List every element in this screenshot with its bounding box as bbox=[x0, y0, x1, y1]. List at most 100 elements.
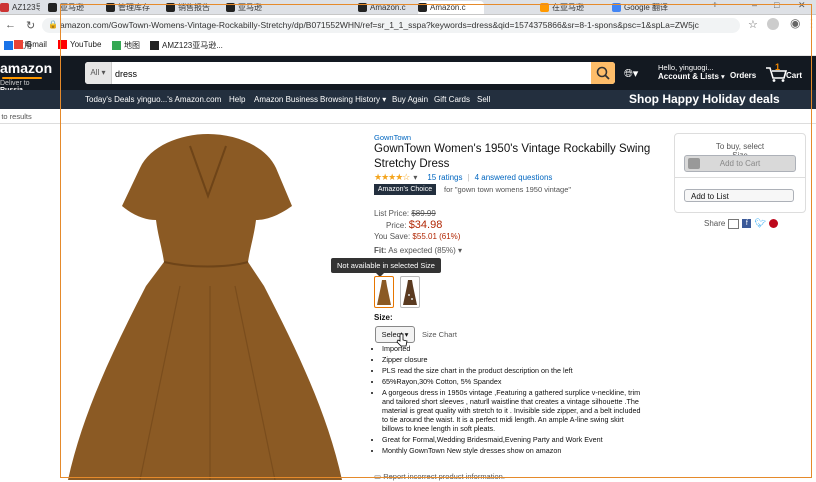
address-bar-row: ← ↻ 🔒 amazon.com/GowTown-Womens-Vintage-… bbox=[0, 15, 816, 38]
menu-kebab-icon[interactable]: ⋮ bbox=[806, 17, 816, 30]
amazons-choice-badge[interactable]: Amazon's Choice bbox=[374, 184, 436, 195]
bookmark-youtube[interactable]: YouTube bbox=[58, 40, 101, 49]
share-row: Share f 🐦︎ bbox=[704, 218, 778, 229]
brown-dress-swatch-icon bbox=[377, 280, 391, 305]
amazon-favicon-icon bbox=[48, 3, 57, 12]
price-row: Price: $34.98 bbox=[386, 219, 443, 231]
nav-buy-again[interactable]: Buy Again bbox=[392, 95, 428, 104]
orders-link[interactable]: Orders bbox=[730, 71, 756, 80]
apps-grid-icon bbox=[4, 41, 13, 50]
twitter-share-icon[interactable]: 🐦︎ bbox=[754, 218, 765, 229]
amazon-smile-icon bbox=[2, 77, 42, 79]
profile-avatar[interactable] bbox=[767, 18, 779, 30]
minimize-button[interactable]: – bbox=[752, 0, 757, 10]
add-to-cart-button[interactable]: Add to Cart bbox=[684, 155, 796, 172]
youtube-icon bbox=[58, 40, 67, 49]
bookmark-gmail[interactable]: Gmail bbox=[14, 40, 47, 49]
dress-image-icon bbox=[68, 134, 342, 481]
feature-bullet: A gorgeous dress in 1950s vintage ,Featu… bbox=[382, 388, 644, 433]
browser-tab[interactable]: Google 翻译 bbox=[612, 1, 692, 14]
browser-tab[interactable]: 亚马逊 bbox=[226, 1, 278, 14]
color-swatch-dark[interactable] bbox=[400, 276, 420, 308]
search-input[interactable] bbox=[113, 65, 587, 82]
nav-todays-deals[interactable]: Today's Deals bbox=[85, 95, 135, 104]
facebook-share-icon[interactable]: f bbox=[742, 219, 752, 228]
google-translate-favicon-icon bbox=[612, 3, 621, 12]
nav-browsing-history[interactable]: Browsing History ▾ bbox=[320, 95, 386, 104]
feature-bullet: 65%Rayon,30% Cotton, 5% Spandex bbox=[382, 377, 644, 386]
size-label: Size: bbox=[374, 313, 393, 322]
nav-gift-cards[interactable]: Gift Cards bbox=[434, 95, 470, 104]
size-chart-link[interactable]: Size Chart bbox=[422, 330, 457, 339]
browser-tab[interactable]: 在亚马逊 bbox=[540, 1, 604, 14]
nav-help[interactable]: Help bbox=[229, 95, 245, 104]
browser-tab[interactable]: AZ123导 bbox=[0, 1, 40, 14]
extension-icon[interactable]: ◉ bbox=[790, 16, 800, 30]
browser-tab[interactable]: 销售报告 bbox=[166, 1, 218, 14]
product-image[interactable] bbox=[60, 126, 350, 481]
search-bar: All ▾ bbox=[85, 62, 615, 84]
amazon-header: amazon Deliver toRussia All ▾ 🌐︎▾ Hello,… bbox=[0, 56, 816, 94]
unavailable-tooltip: Not available in selected Size bbox=[331, 258, 441, 273]
size-dropdown[interactable]: Select ▾ bbox=[375, 326, 415, 343]
add-to-list-button[interactable]: Add to List bbox=[684, 189, 794, 202]
account-menu[interactable]: Hello, yinguogi... Account & Lists ▾ bbox=[658, 63, 725, 81]
breadcrumb-bar: ‹ Back to results bbox=[0, 109, 816, 124]
browser-tab[interactable]: 亚马逊 bbox=[48, 1, 98, 14]
amazon-logo[interactable]: amazon bbox=[0, 60, 52, 76]
nav-amazon-business[interactable]: Amazon Business bbox=[254, 95, 318, 104]
amazon-favicon-icon bbox=[106, 3, 115, 12]
nav-sell[interactable]: Sell bbox=[477, 95, 490, 104]
feature-bullet: Imported bbox=[382, 344, 644, 353]
rating-chevron-icon[interactable]: ▾ bbox=[413, 173, 417, 182]
hand-cursor-icon bbox=[396, 333, 408, 347]
feature-bullet: Zipper closure bbox=[382, 355, 644, 364]
brand-link[interactable]: GownTown bbox=[374, 133, 411, 142]
pinterest-share-icon[interactable] bbox=[768, 219, 778, 228]
browser-tab[interactable]: Amazon.c bbox=[358, 1, 416, 14]
nav-your-amazon[interactable]: yinguo...'s Amazon.com bbox=[137, 95, 221, 104]
amz123-icon bbox=[150, 41, 159, 50]
buy-box: To buy, selectSize Add to Cart Add to Li… bbox=[674, 133, 806, 213]
amazon-nav-bar: Today's Deals yinguo...'s Amazon.com Hel… bbox=[0, 90, 816, 109]
back-arrow-icon[interactable]: ← bbox=[5, 19, 16, 31]
feature-bullet: Great for Formal,Wedding Bridesmaid,Even… bbox=[382, 435, 644, 444]
amazon-favicon-icon bbox=[358, 3, 367, 12]
price-value: $34.98 bbox=[408, 219, 443, 231]
answered-questions-link[interactable]: 4 answered questions bbox=[475, 173, 553, 182]
search-button[interactable] bbox=[591, 62, 615, 84]
bookmark-star-icon[interactable]: ☆ bbox=[748, 18, 758, 31]
bookmark-amz123[interactable]: AMZ123亚马逊... bbox=[150, 40, 223, 51]
browser-tab-bar: AZ123导 亚马逊 管理库存 销售报告 亚马逊 Amazon.c Amazon… bbox=[0, 0, 816, 15]
lock-icon: 🔒 bbox=[48, 20, 58, 29]
url-text: amazon.com/GowTown-Womens-Vintage-Rockab… bbox=[60, 20, 699, 30]
amazon-favicon-icon bbox=[418, 3, 427, 12]
holiday-promo-banner[interactable]: Shop Happy Holiday deals bbox=[629, 92, 780, 106]
rating-row: ★★★★☆ ▾ 15 ratings | 4 answered question… bbox=[374, 172, 552, 183]
email-share-icon[interactable] bbox=[728, 218, 740, 229]
bookmark-maps[interactable]: 地图 bbox=[112, 40, 140, 51]
fit-row[interactable]: Fit: As expected (85%) ▾ bbox=[374, 246, 462, 255]
language-globe-icon[interactable]: 🌐︎▾ bbox=[624, 67, 638, 81]
divider: | bbox=[467, 173, 470, 182]
reload-icon[interactable]: ↻ bbox=[26, 19, 35, 32]
maps-icon bbox=[112, 41, 121, 50]
browser-tab[interactable]: 管理库存 bbox=[106, 1, 158, 14]
back-to-results-link[interactable]: ‹ Back to results bbox=[0, 112, 32, 121]
ratings-link[interactable]: 15 ratings bbox=[427, 173, 462, 182]
url-field[interactable]: 🔒 amazon.com/GowTown-Womens-Vintage-Rock… bbox=[42, 18, 740, 33]
badge-keyword: for "gown town womens 1950 vintage" bbox=[444, 185, 572, 194]
feature-bullets: Imported Zipper closure PLS read the siz… bbox=[368, 344, 644, 457]
savings-row: You Save: $55.01 (61%) bbox=[374, 232, 461, 241]
cart-button[interactable]: 1 Cart bbox=[764, 62, 812, 84]
close-window-button[interactable]: ✕ bbox=[798, 0, 806, 11]
feature-bullet: PLS read the size chart in the product d… bbox=[382, 366, 644, 375]
color-swatch-brown[interactable] bbox=[374, 276, 394, 308]
new-tab-button[interactable]: + bbox=[712, 0, 718, 11]
browser-tab-active[interactable]: Amazon.c bbox=[418, 1, 484, 14]
star-rating-icon[interactable]: ★★★★☆ bbox=[374, 172, 410, 183]
search-category-dropdown[interactable]: All ▾ bbox=[85, 62, 112, 84]
amazon-favicon-icon bbox=[166, 3, 175, 12]
maximize-button[interactable]: □ bbox=[774, 0, 779, 10]
search-icon bbox=[596, 66, 610, 80]
